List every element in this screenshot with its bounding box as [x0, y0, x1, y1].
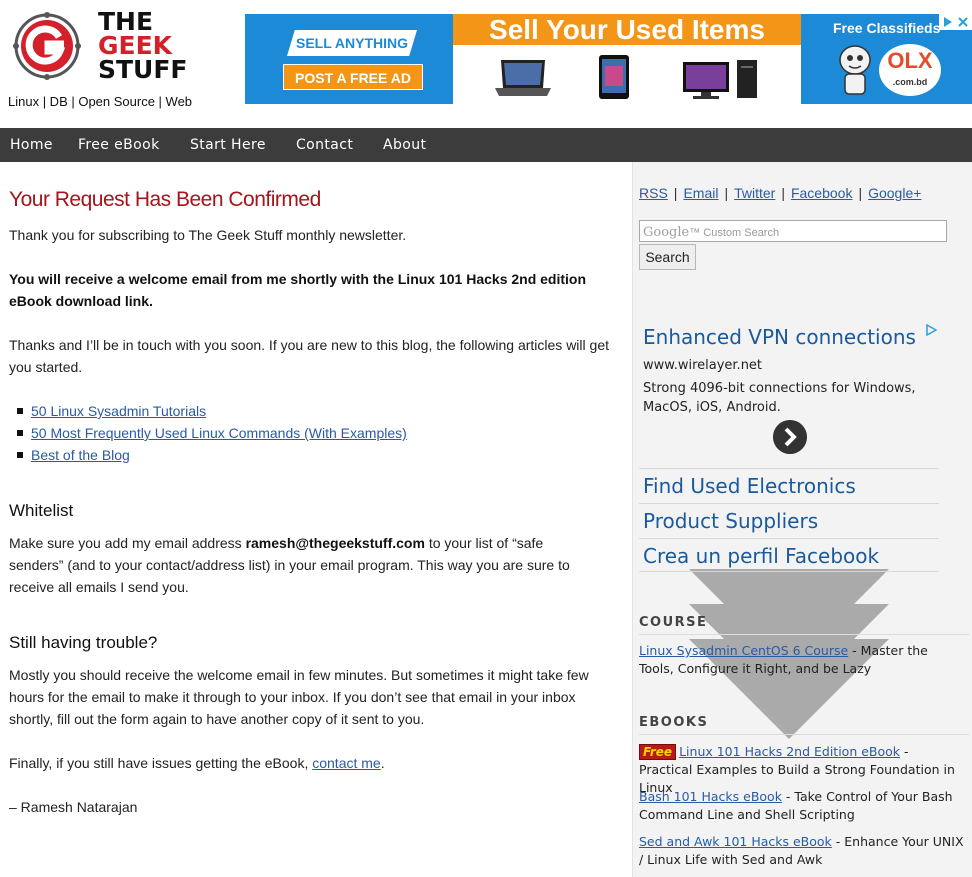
articles-list: 50 Linux Sysadmin Tutorials 50 Most Freq… — [17, 400, 577, 466]
intro-articles-text: Thanks and I’ll be in touch with you soo… — [9, 337, 609, 375]
ad-link-label: Crea un perfil Facebook — [643, 544, 880, 568]
twitter-link[interactable]: Twitter — [734, 185, 775, 201]
article-link-linux-commands[interactable]: 50 Most Frequently Used Linux Commands (… — [31, 425, 407, 441]
geek-g-logo-icon — [13, 12, 81, 80]
nav-item-start-here[interactable]: Start Here — [190, 128, 266, 162]
divider — [639, 634, 969, 635]
finally-text: Finally, if you still have issues gettin… — [9, 752, 609, 774]
ebooks-heading: EBOOKS — [639, 715, 709, 730]
ad-right-panel: Free Classifieds OLX .com.bd — [801, 14, 972, 104]
course-text: Linux Sysadmin CentOS 6 Course - Master … — [639, 642, 965, 678]
desktop-pc-icon — [683, 60, 757, 99]
course-heading: COURSE — [639, 615, 708, 630]
ad-headline: Sell Your Used Items — [453, 14, 801, 45]
nav-item-contact[interactable]: Contact — [296, 128, 353, 162]
ad-free-classifieds: Free Classifieds — [833, 20, 941, 36]
facebook-link[interactable]: Facebook — [791, 185, 852, 201]
ebook-item: Sed and Awk 101 Hacks eBook - Enhance Yo… — [639, 833, 965, 869]
olx-wordmark: OLX — [887, 48, 933, 73]
list-item: 50 Most Frequently Used Linux Commands (… — [17, 422, 577, 444]
whitelist-pre: Make sure you add my email address — [9, 535, 246, 551]
main-nav: Home Free eBook Start Here Contact About — [0, 128, 972, 162]
rss-link[interactable]: RSS — [639, 185, 668, 201]
nav-item-free-ebook[interactable]: Free eBook — [78, 128, 160, 162]
site-logo[interactable]: THE GEEK STUFF Linux | DB | Open Source … — [8, 8, 208, 118]
ad-post-free-ad-button[interactable]: POST A FREE AD — [283, 64, 423, 90]
whitelist-text: Make sure you add my email address rames… — [9, 532, 599, 598]
ad-link-used-electronics[interactable]: Find Used Electronics — [639, 468, 939, 669]
ad-link-label: Find Used Electronics — [643, 474, 856, 498]
site-header: THE GEEK STUFF Linux | DB | Open Source … — [0, 0, 972, 128]
logo-wordmark: THE GEEK STUFF — [98, 9, 188, 84]
whitelist-heading: Whitelist — [9, 501, 74, 520]
laptop-icon — [495, 60, 551, 96]
search-button[interactable]: Search — [639, 244, 696, 270]
social-links: RSS | Email | Twitter | Facebook | Google+ — [639, 185, 921, 201]
thank-you-text: Thank you for subscribing to The Geek St… — [9, 227, 407, 243]
google-watermark: Google — [643, 225, 690, 240]
olx-logo: OLX .com.bd — [879, 44, 941, 96]
article-link-best-of-blog[interactable]: Best of the Blog — [31, 447, 130, 463]
ebook-link-linux-101[interactable]: Linux 101 Hacks 2nd Edition eBook — [679, 744, 900, 759]
ad-left-panel: SELL ANYTHING POST A FREE AD — [245, 14, 453, 104]
whitelist-email: ramesh@thegeekstuff.com — [245, 535, 425, 551]
search-watermark: Google™ Custom Search — [643, 225, 780, 240]
nav-item-about[interactable]: About — [383, 128, 426, 162]
course-link[interactable]: Linux Sysadmin CentOS 6 Course — [639, 643, 848, 658]
ad-arrow-icon[interactable] — [773, 420, 807, 454]
ad-url: www.wirelayer.net — [643, 358, 763, 373]
ad-title-link[interactable]: Enhanced VPN connections — [643, 325, 916, 349]
ad-middle-panel: Sell Your Used Items — [453, 14, 801, 104]
google-plus-link[interactable]: Google+ — [868, 185, 921, 201]
separator: | — [781, 185, 785, 201]
welcome-email-bold: You will receive a welcome email from me… — [9, 271, 587, 309]
ebook-link-sed-awk-101[interactable]: Sed and Awk 101 Hacks eBook — [639, 834, 832, 849]
welcome-email-text: You will receive a welcome email from me… — [9, 268, 609, 312]
site-tagline: Linux | DB | Open Source | Web — [8, 94, 193, 109]
email-link[interactable]: Email — [683, 185, 718, 201]
free-badge: Free — [639, 744, 677, 760]
nav-item-home[interactable]: Home — [10, 128, 53, 162]
separator: | — [673, 185, 678, 201]
ad-description: Strong 4096-bit connections for Windows,… — [643, 381, 916, 415]
list-item: Best of the Blog — [17, 444, 577, 466]
finally-post: . — [380, 755, 385, 771]
ad-link-product-suppliers[interactable]: Product Suppliers — [639, 503, 939, 704]
sidebar-text-ad: Enhanced VPN connections www.wirelayer.n… — [639, 322, 939, 739]
custom-search-watermark: Custom Search — [703, 227, 780, 239]
olx-domain: .com.bd — [892, 77, 928, 87]
sidebar: RSS | Email | Twitter | Facebook | Google+ Googl… — [632, 162, 972, 877]
trouble-heading: Still having trouble? — [9, 633, 158, 652]
ad-sell-anything: SELL ANYTHING — [287, 30, 417, 56]
article-link-sysadmin-tutorials[interactable]: 50 Linux Sysadmin Tutorials — [31, 403, 206, 419]
list-item: 50 Linux Sysadmin Tutorials — [17, 400, 577, 422]
separator: | — [724, 185, 729, 201]
ad-info-icon[interactable] — [925, 324, 937, 336]
divider — [639, 734, 969, 735]
separator: | — [858, 185, 863, 201]
finally-pre: Finally, if you still have issues gettin… — [9, 755, 313, 771]
search-input[interactable]: Google™ Custom Search — [639, 220, 947, 242]
ad-link-label: Product Suppliers — [643, 509, 819, 533]
logo-line-3: STUFF — [98, 55, 188, 84]
ad-link-facebook-profile[interactable]: Crea un perfil Facebook — [639, 538, 939, 739]
ebook-link-bash-101[interactable]: Bash 101 Hacks eBook — [639, 789, 782, 804]
ad-choices-icon[interactable] — [939, 14, 972, 30]
tablet-icon — [599, 55, 629, 99]
page-title: Your Request Has Been Confirmed — [9, 188, 321, 211]
main-content: Your Request Has Been Confirmed Thank yo… — [0, 162, 632, 877]
header-ad-banner[interactable]: SELL ANYTHING POST A FREE AD Sell Your U… — [245, 14, 972, 104]
contact-me-link[interactable]: contact me — [312, 755, 380, 771]
olx-mascot-icon — [839, 45, 871, 95]
trouble-text: Mostly you should receive the welcome em… — [9, 667, 589, 727]
signature: – Ramesh Natarajan — [9, 799, 138, 815]
ebook-item: Bash 101 Hacks eBook - Take Control of Y… — [639, 788, 965, 824]
